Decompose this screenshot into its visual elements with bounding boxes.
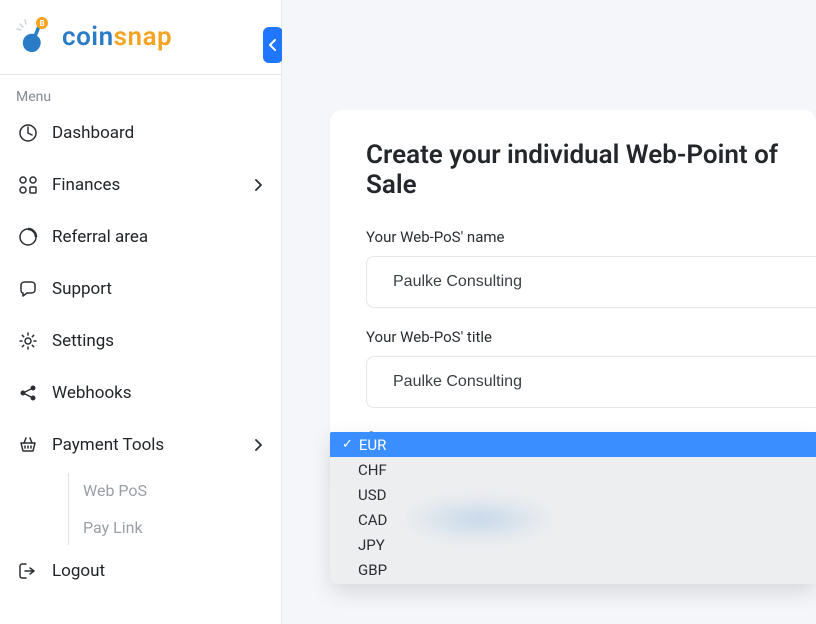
sidebar-item-label: Payment Tools	[52, 435, 164, 455]
sidebar-item-webhooks[interactable]: Webhooks	[8, 367, 273, 419]
menu-heading: Menu	[0, 75, 281, 107]
chevron-right-icon	[253, 179, 263, 191]
currency-dropdown[interactable]: EUR CHF USD CAD JPY GBP	[330, 432, 816, 584]
webpos-form-card: Create your individual Web-Point of Sale…	[330, 110, 816, 486]
sidebar-item-settings[interactable]: Settings	[8, 315, 273, 367]
currency-option-gbp[interactable]: GBP	[330, 557, 816, 582]
sidebar-item-finances[interactable]: Finances	[8, 159, 273, 211]
brand-icon: B	[14, 16, 56, 58]
currency-option-usd[interactable]: USD	[330, 482, 816, 507]
title-input[interactable]	[366, 356, 816, 408]
field-title: Your Web-PoS' title	[366, 328, 816, 408]
sidebar-item-label: Logout	[52, 561, 105, 581]
sidebar-nav: Dashboard Finances Referral area Support	[0, 107, 281, 597]
currency-option-eur[interactable]: EUR	[330, 432, 816, 457]
referral-icon	[18, 227, 38, 247]
sidebar-subitem-web-pos[interactable]: Web PoS	[83, 481, 273, 500]
field-name: Your Web-PoS' name	[366, 228, 816, 308]
sidebar-item-label: Finances	[52, 175, 120, 195]
main-content: Create your individual Web-Point of Sale…	[282, 0, 816, 624]
dashboard-icon	[18, 123, 38, 143]
currency-option-chf[interactable]: CHF	[330, 457, 816, 482]
name-input[interactable]	[366, 256, 816, 308]
sidebar-item-support[interactable]: Support	[8, 263, 273, 315]
title-label: Your Web-PoS' title	[366, 328, 816, 346]
name-label: Your Web-PoS' name	[366, 228, 816, 246]
sidebar-item-label: Support	[52, 279, 112, 299]
svg-text:B: B	[39, 19, 44, 28]
payment-tools-subnav: Web PoS Pay Link	[68, 473, 273, 545]
page-title: Create your individual Web-Point of Sale	[366, 140, 816, 200]
sidebar: B coinsnap Menu Dashboard Finances	[0, 0, 282, 624]
sidebar-item-label: Dashboard	[52, 123, 134, 143]
collapse-sidebar-button[interactable]	[263, 27, 283, 63]
support-icon	[18, 279, 38, 299]
finances-icon	[18, 175, 38, 195]
sidebar-item-payment-tools[interactable]: Payment Tools	[8, 419, 273, 471]
chevron-right-icon	[253, 439, 263, 451]
gear-icon	[18, 331, 38, 351]
brand-text: coinsnap	[62, 22, 172, 52]
sidebar-item-logout[interactable]: Logout	[8, 545, 273, 597]
sidebar-item-dashboard[interactable]: Dashboard	[8, 107, 273, 159]
sidebar-item-label: Settings	[52, 331, 114, 351]
sidebar-item-label: Referral area	[52, 227, 148, 247]
sidebar-subitem-pay-link[interactable]: Pay Link	[83, 518, 273, 537]
webhooks-icon	[18, 383, 38, 403]
sidebar-item-referral[interactable]: Referral area	[8, 211, 273, 263]
logout-icon	[18, 561, 38, 581]
currency-option-jpy[interactable]: JPY	[330, 532, 816, 557]
logo[interactable]: B coinsnap	[0, 0, 281, 75]
currency-option-cad[interactable]: CAD	[330, 507, 816, 532]
basket-icon	[18, 435, 38, 455]
sidebar-item-label: Webhooks	[52, 383, 132, 403]
